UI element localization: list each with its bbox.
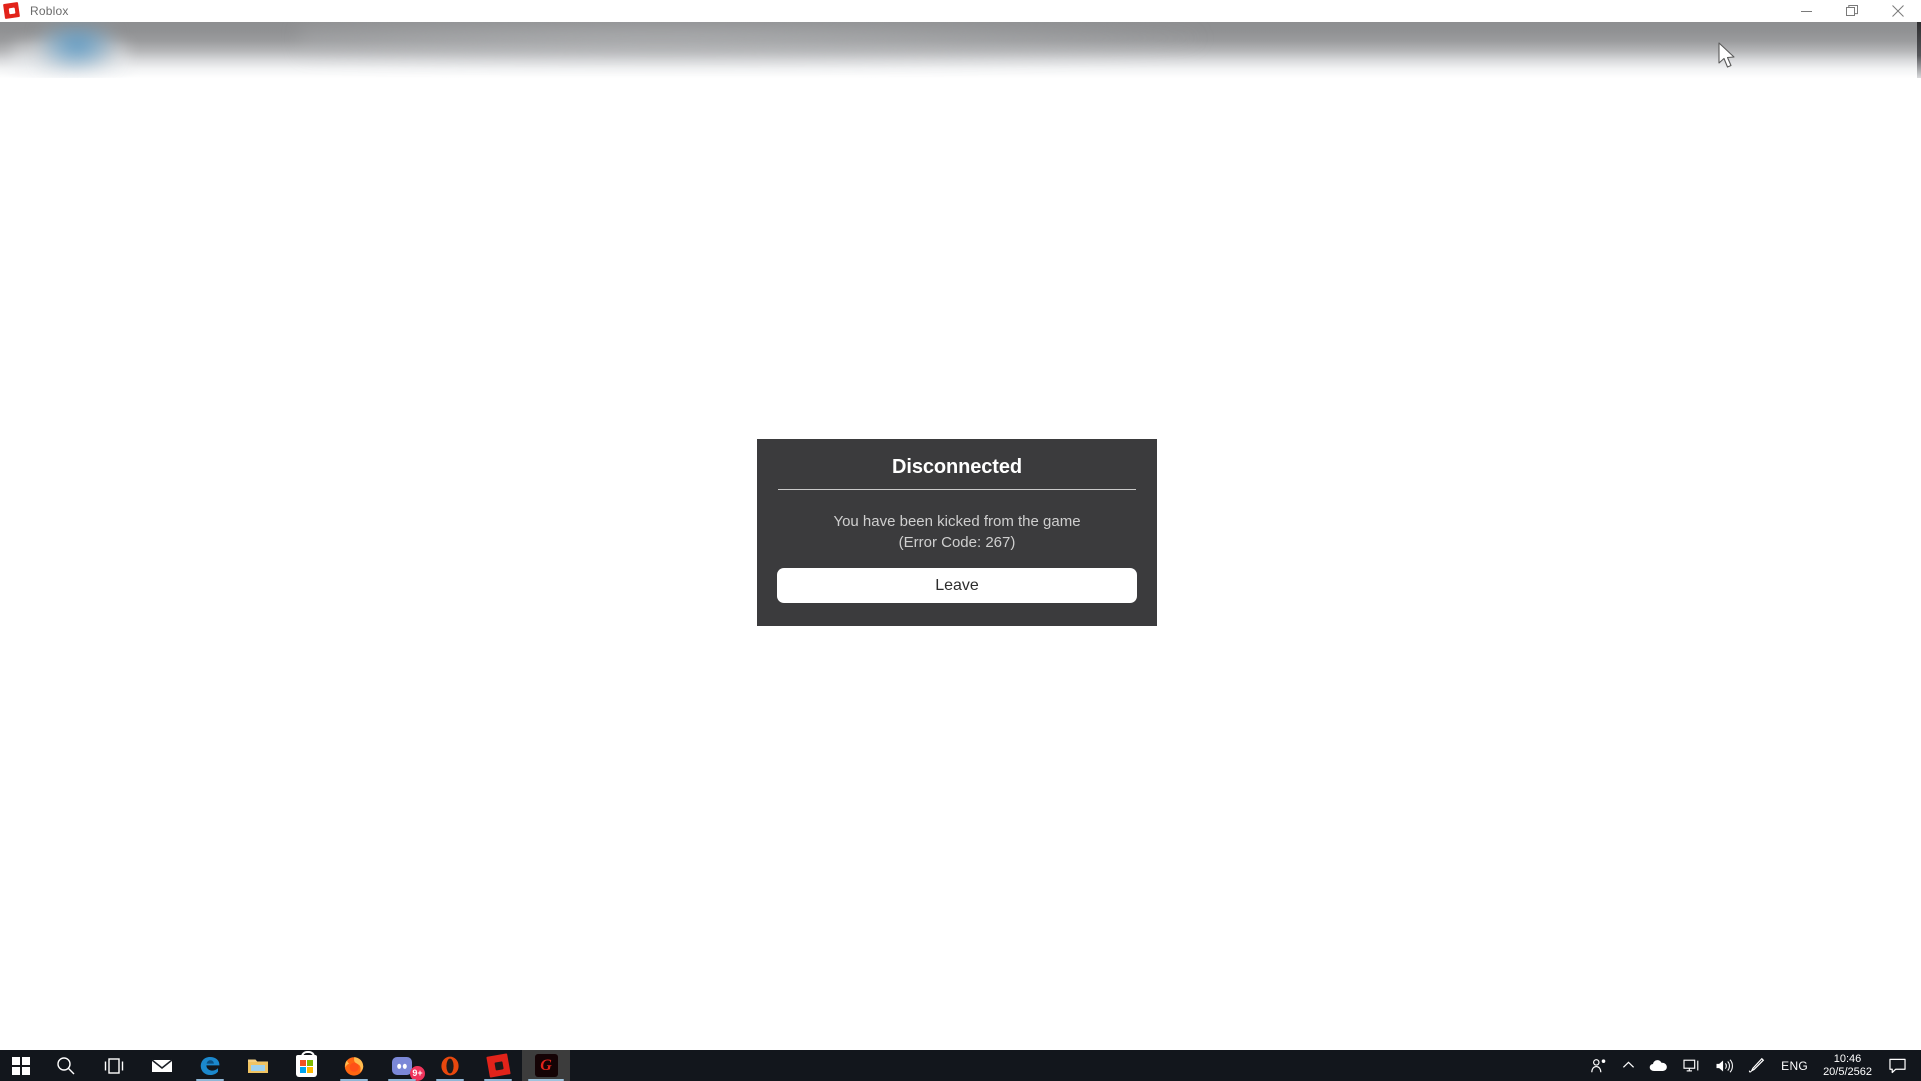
edge-icon[interactable]: [186, 1050, 234, 1081]
taskbar: 9+ G ENG 10:46 20/5/2562: [0, 1050, 1921, 1081]
windows-logo-icon: [12, 1056, 30, 1075]
cloud-glyph: [1649, 1060, 1667, 1071]
dialog-title: Disconnected: [892, 456, 1022, 478]
pen-ink-icon[interactable]: [1741, 1050, 1772, 1081]
dialog-message: You have been kicked from the game (Erro…: [757, 490, 1157, 553]
task-view-icon[interactable]: [90, 1050, 138, 1081]
start-button[interactable]: [0, 1050, 42, 1081]
minimize-button[interactable]: [1783, 0, 1829, 22]
roblox-icon[interactable]: [474, 1050, 522, 1081]
clock-time: 10:46: [1833, 1052, 1862, 1065]
onedrive-cloud-icon[interactable]: [1642, 1050, 1676, 1081]
clock[interactable]: 10:46 20/5/2562: [1817, 1053, 1882, 1079]
system-tray: ENG 10:46 20/5/2562: [1583, 1050, 1921, 1081]
volume-icon[interactable]: [1708, 1050, 1741, 1081]
discord-badge: 9+: [410, 1066, 425, 1081]
people-glyph: [1591, 1058, 1606, 1072]
banner-right-edge: [1917, 22, 1921, 78]
folder-glyph: [248, 1059, 268, 1073]
chevron-up-icon: [1623, 1061, 1635, 1068]
close-button[interactable]: [1875, 0, 1921, 22]
magnifier-glyph: [57, 1056, 75, 1074]
opera-gx-icon[interactable]: [426, 1050, 474, 1081]
disconnected-dialog: Disconnected You have been kicked from t…: [757, 439, 1157, 626]
envelope-glyph: [151, 1058, 173, 1072]
opera-gx-glyph: [441, 1056, 459, 1075]
dialog-message-line-1: You have been kicked from the game: [833, 513, 1081, 530]
pen-glyph: [1749, 1057, 1765, 1073]
dialog-message-line-2: (Error Code: 267): [898, 534, 1016, 551]
language-indicator[interactable]: ENG: [1772, 1059, 1817, 1073]
network-icon[interactable]: [1676, 1050, 1708, 1081]
window-title-bar: Roblox: [0, 0, 1921, 23]
blurred-top-banner: [0, 22, 1921, 78]
edge-glyph: [200, 1056, 220, 1075]
window-controls: [1783, 0, 1921, 22]
microsoft-store-icon[interactable]: [282, 1050, 330, 1081]
roblox-square-glyph: [485, 1053, 511, 1078]
window-title: Roblox: [30, 4, 69, 18]
restore-button[interactable]: [1829, 0, 1875, 22]
file-explorer-icon[interactable]: [234, 1050, 282, 1081]
banner-sheen: [300, 22, 1200, 62]
show-hidden-icons-chevron[interactable]: [1615, 1050, 1642, 1081]
garena-icon[interactable]: G: [522, 1050, 570, 1081]
monitor-network-glyph: [1683, 1059, 1699, 1071]
clock-date: 20/5/2562: [1823, 1065, 1872, 1078]
firefox-glyph: [344, 1056, 364, 1076]
people-share-icon[interactable]: [1583, 1050, 1615, 1081]
search-icon[interactable]: [42, 1050, 90, 1081]
banner-blue-smudge: [38, 24, 116, 70]
leave-button[interactable]: Leave: [777, 568, 1137, 603]
action-center-icon[interactable]: [1882, 1050, 1917, 1081]
roblox-icon: [3, 2, 20, 19]
store-bag-glyph: [295, 1050, 317, 1077]
mail-icon[interactable]: [138, 1050, 186, 1081]
garena-glyph: G: [534, 1054, 558, 1077]
discord-icon[interactable]: 9+: [378, 1050, 426, 1081]
screen-root: Roblox Disconnected You have been kicked…: [0, 0, 1921, 1081]
speaker-glyph: [1716, 1058, 1734, 1073]
task-view-glyph: [104, 1057, 124, 1074]
notification-glyph: [1889, 1058, 1906, 1073]
firefox-icon[interactable]: [330, 1050, 378, 1081]
